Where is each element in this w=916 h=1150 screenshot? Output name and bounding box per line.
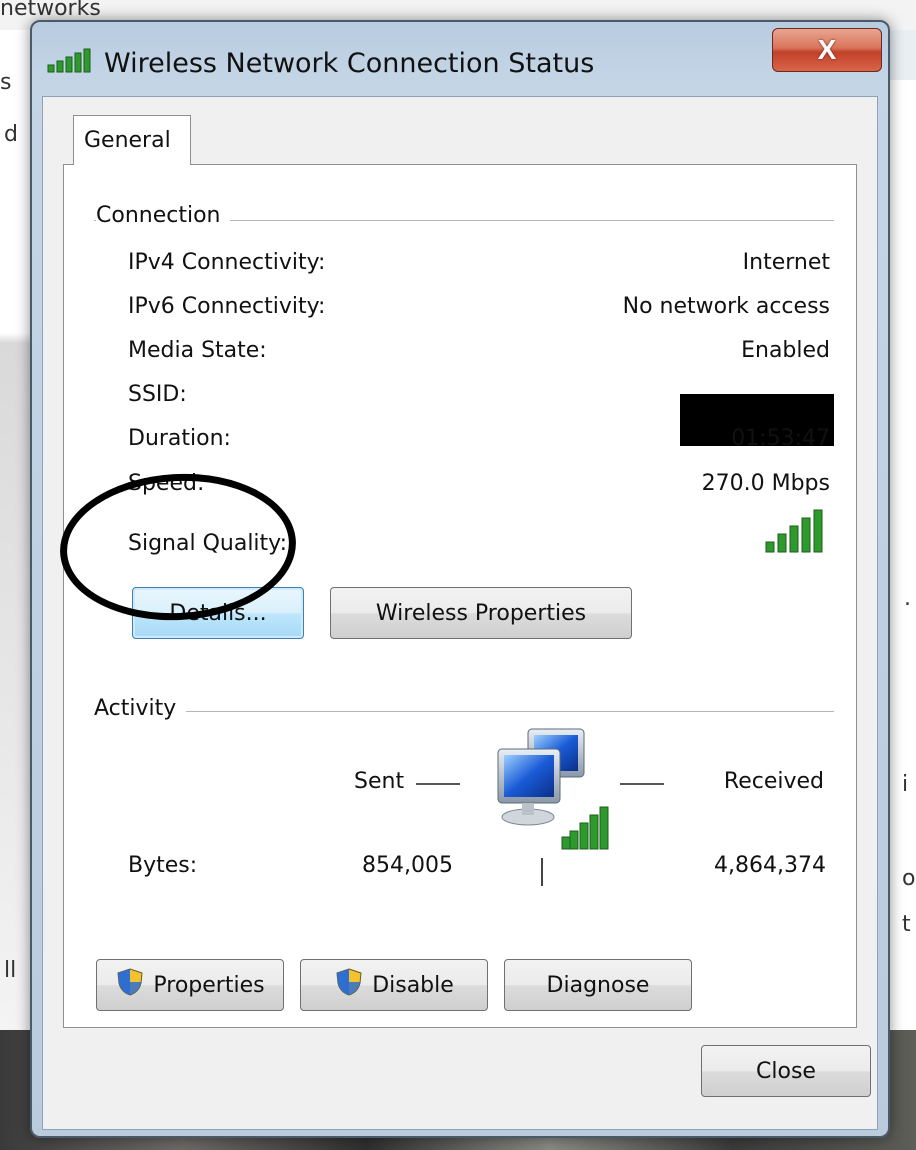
bytes-received-value: 4,864,374 xyxy=(714,853,826,878)
diagnose-button[interactable]: Diagnose xyxy=(504,959,692,1011)
properties-button-label: Properties xyxy=(153,972,265,998)
background-text: . xyxy=(904,586,911,611)
signal-bars-icon xyxy=(46,48,96,78)
tab-general[interactable]: General xyxy=(73,115,191,165)
close-window-button[interactable]: X xyxy=(772,28,882,72)
signal-quality-icon xyxy=(764,508,828,558)
tab-label: General xyxy=(84,128,171,153)
close-icon: X xyxy=(817,34,837,65)
uac-shield-icon xyxy=(115,967,145,1003)
window-title: Wireless Network Connection Status xyxy=(104,48,595,79)
ssid-label: SSID: xyxy=(128,382,187,407)
properties-button[interactable]: Properties xyxy=(96,959,284,1011)
background-text: ll xyxy=(4,958,17,983)
background-text: o xyxy=(902,866,916,891)
connection-group-label: Connection xyxy=(96,203,231,228)
ipv4-label: IPv4 Connectivity: xyxy=(128,250,326,275)
disable-button[interactable]: Disable xyxy=(300,959,488,1011)
bytes-sent-value: 854,005 xyxy=(362,853,453,878)
activity-group-divider xyxy=(94,711,834,712)
background-text: networks xyxy=(0,0,101,21)
duration-value: 01:53:47 xyxy=(731,426,830,451)
received-line xyxy=(620,783,664,785)
ipv4-value: Internet xyxy=(742,250,830,275)
activity-divider xyxy=(541,858,543,886)
disable-button-label: Disable xyxy=(372,972,454,998)
speed-value: 270.0 Mbps xyxy=(701,471,830,496)
background-text: i xyxy=(902,772,909,797)
duration-label: Duration: xyxy=(128,426,231,451)
title-bar[interactable]: Wireless Network Connection Status X xyxy=(32,22,888,102)
media-state-value: Enabled xyxy=(741,338,830,363)
ipv6-label: IPv6 Connectivity: xyxy=(128,294,326,319)
ipv6-value: No network access xyxy=(622,294,830,319)
background-text: d xyxy=(4,122,18,147)
network-computers-icon xyxy=(492,727,618,859)
activity-group-label: Activity xyxy=(94,696,187,721)
background-text: s xyxy=(0,70,12,95)
close-button[interactable]: Close xyxy=(701,1045,871,1097)
received-label: Received xyxy=(723,769,824,794)
media-state-label: Media State: xyxy=(128,338,267,363)
sent-label: Sent xyxy=(354,769,405,794)
desktop-background-left xyxy=(0,30,32,1040)
sent-line xyxy=(416,783,460,785)
uac-shield-icon xyxy=(334,967,364,1003)
bytes-label: Bytes: xyxy=(128,853,198,878)
background-text: t xyxy=(902,912,911,937)
wireless-properties-button[interactable]: Wireless Properties xyxy=(330,587,632,639)
